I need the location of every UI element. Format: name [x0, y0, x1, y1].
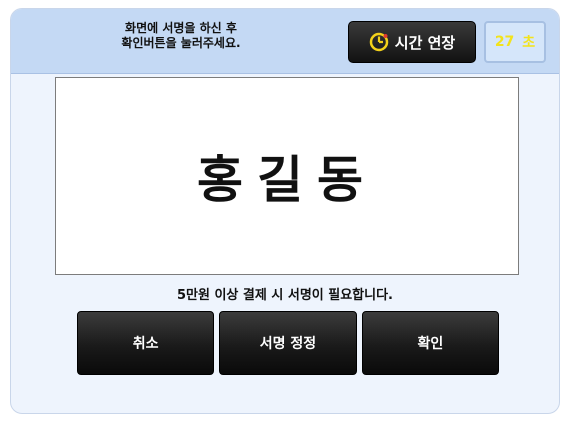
timer-unit: 초	[522, 35, 536, 51]
countdown-timer: 27 초	[484, 21, 546, 63]
header-bar: 화면에 서명을 하신 후 확인버튼을 눌러주세요. 시간 연장 27 초	[11, 9, 559, 74]
cancel-button[interactable]: 취소	[77, 311, 215, 375]
signature-panel: 화면에 서명을 하신 후 확인버튼을 눌러주세요. 시간 연장 27 초 홍길동…	[10, 8, 560, 414]
instruction-line-2: 확인버튼을 눌러주세요.	[121, 36, 241, 50]
signature-notice: 5만원 이상 결제 시 서명이 필요합니다.	[176, 288, 393, 303]
action-buttons: 취소 서명 정정 확인	[77, 311, 499, 375]
instruction-text: 화면에 서명을 하신 후 확인버튼을 눌러주세요.	[51, 21, 311, 51]
extend-time-button[interactable]: 시간 연장	[348, 21, 476, 63]
instruction-line-1: 화면에 서명을 하신 후	[125, 21, 237, 35]
correct-signature-button[interactable]: 서명 정정	[219, 311, 357, 375]
timer-value: 27	[494, 34, 515, 50]
signature-pad[interactable]: 홍길동	[55, 77, 519, 275]
signer-name: 홍길동	[197, 151, 377, 209]
clock-icon	[369, 32, 389, 52]
confirm-button[interactable]: 확인	[361, 311, 499, 375]
extend-time-label: 시간 연장	[394, 33, 456, 52]
